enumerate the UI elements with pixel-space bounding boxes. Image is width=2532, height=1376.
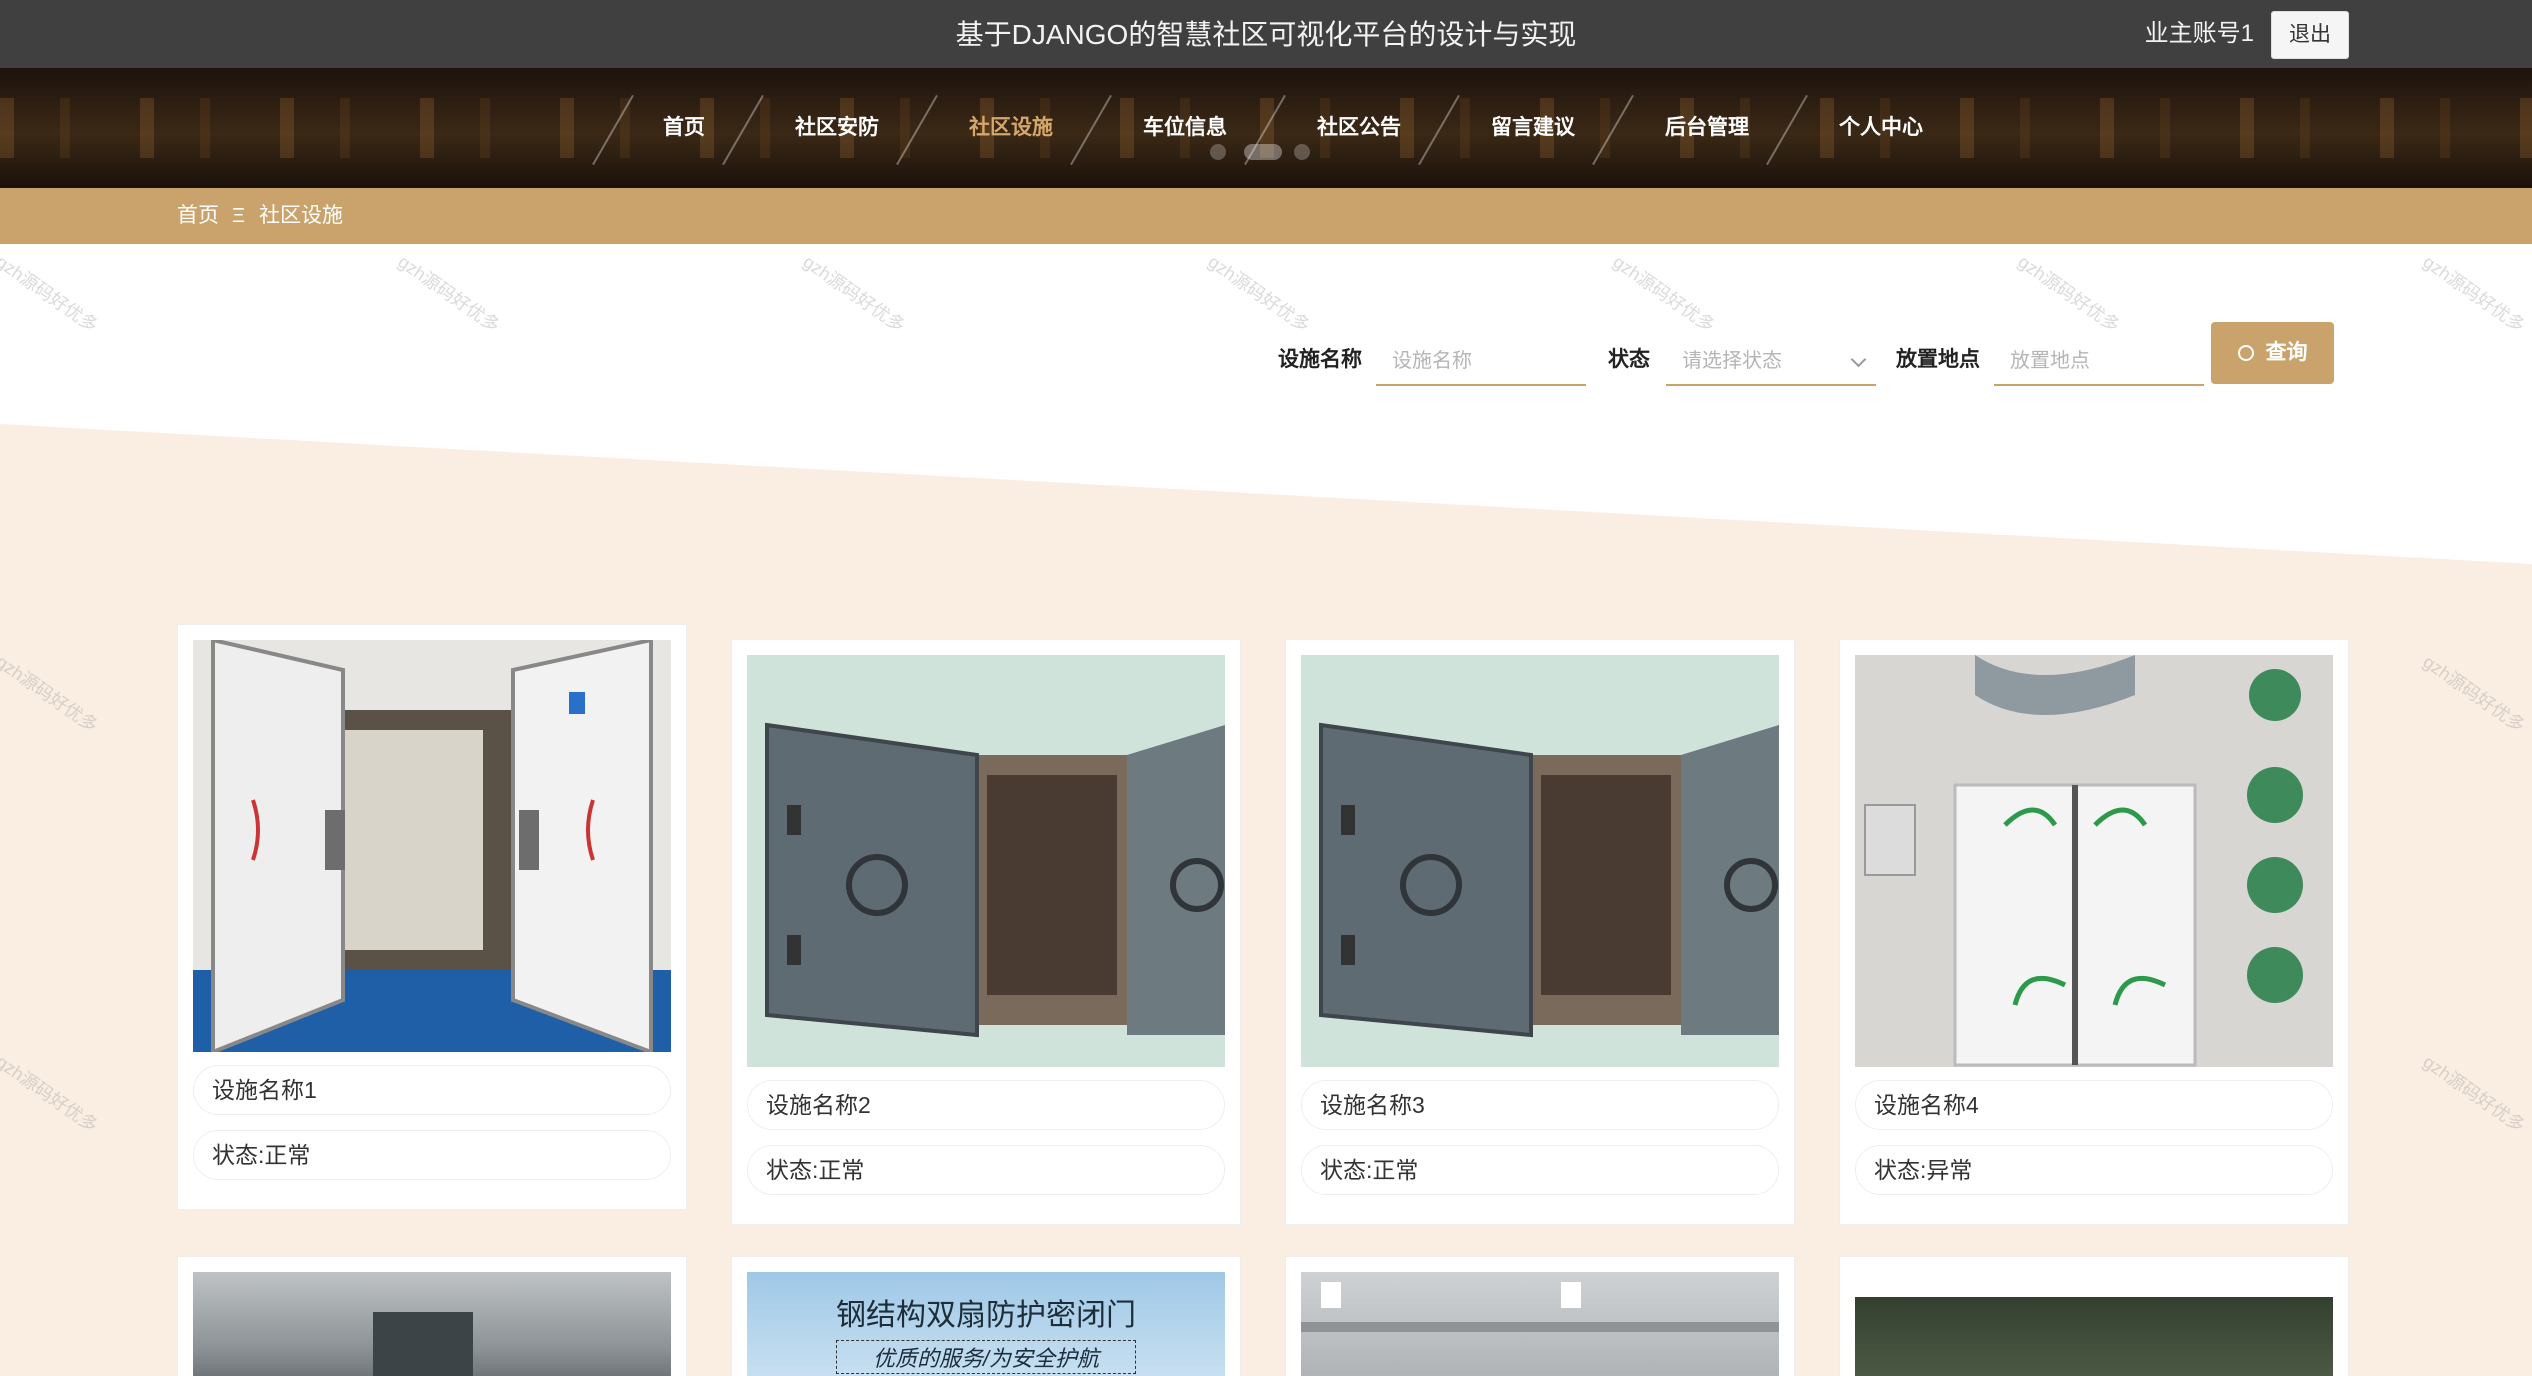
carousel-dot-active[interactable] — [1244, 144, 1282, 160]
watermark: gzh源码好优多 — [1204, 251, 1314, 337]
app-root: 基于DJANGO的智慧社区可视化平台的设计与实现 业主账号1 退出 首页 社区安… — [0, 0, 2532, 1376]
facility-image — [1855, 655, 2333, 1067]
facility-image-subtitle: 优质的服务/为安全护航 — [836, 1340, 1136, 1374]
location-label: 放置地点 — [1896, 348, 1980, 371]
breadcrumb-current: 社区设施 — [259, 204, 343, 227]
facility-image — [193, 640, 671, 1052]
facility-card[interactable]: 设施名称3 状态:正常 — [1285, 639, 1795, 1225]
facility-card[interactable]: 设施名称4 状态:异常 — [1839, 639, 2349, 1225]
facility-image — [1301, 655, 1779, 1067]
nav-item-profile[interactable]: 个人中心 — [1839, 68, 1923, 188]
facility-name: 设施名称4 — [1855, 1080, 2333, 1130]
search-button[interactable]: 查询 — [2211, 322, 2334, 384]
top-bar: 基于DJANGO的智慧社区可视化平台的设计与实现 业主账号1 退出 — [0, 0, 2532, 68]
nav-item-suggestions[interactable]: 留言建议 — [1491, 68, 1575, 188]
ceiling-light — [1321, 1282, 1341, 1308]
account-name: 业主账号1 — [2144, 20, 2254, 47]
watermark: gzh源码好优多 — [394, 251, 504, 337]
nav-item-security[interactable]: 社区安防 — [795, 68, 879, 188]
facility-image — [1855, 1297, 2333, 1376]
facility-name-input[interactable] — [1376, 338, 1586, 386]
breadcrumb-separator-icon: Ξ — [232, 205, 245, 227]
facility-card[interactable]: 设施名称2 状态:正常 — [731, 639, 1241, 1225]
search-icon — [2237, 345, 2254, 361]
main-content: gzh源码好优多 gzh源码好优多 gzh源码好优多 gzh源码好优多 gzh源… — [0, 244, 2532, 1376]
watermark: gzh源码好优多 — [2014, 251, 2124, 337]
status-select-placeholder: 请选择状态 — [1682, 350, 1782, 372]
watermark: gzh源码好优多 — [1609, 251, 1719, 337]
facility-name: 设施名称2 — [747, 1080, 1225, 1130]
nav-item-facilities[interactable]: 社区设施 — [969, 68, 1053, 188]
facility-status: 状态:正常 — [1301, 1145, 1779, 1195]
breadcrumb-home[interactable]: 首页 — [177, 188, 219, 244]
facility-image-title: 钢结构双扇防护密闭门 — [836, 1299, 1136, 1332]
facility-card[interactable] — [177, 1256, 687, 1376]
ceiling-pipe — [1301, 1322, 1779, 1332]
watermark: gzh源码好优多 — [2419, 251, 2529, 337]
watermark: gzh源码好优多 — [0, 251, 102, 337]
facility-photo-element — [373, 1312, 473, 1376]
chevron-down-icon — [1850, 351, 1867, 368]
facility-status: 状态:正常 — [747, 1145, 1225, 1195]
location-input[interactable] — [1994, 338, 2204, 386]
nav-item-admin[interactable]: 后台管理 — [1665, 68, 1749, 188]
nav-item-home[interactable]: 首页 — [663, 68, 705, 188]
facility-card[interactable] — [1839, 1256, 2349, 1376]
facility-name-label: 设施名称 — [1278, 348, 1362, 371]
facility-status: 状态:异常 — [1855, 1145, 2333, 1195]
facility-name: 设施名称1 — [193, 1065, 671, 1115]
facility-photo-door-2 — [747, 655, 1225, 1067]
status-label: 状态 — [1608, 348, 1650, 371]
facility-photo-door-1 — [193, 640, 671, 1052]
status-select[interactable]: 请选择状态 — [1666, 338, 1876, 386]
facility-card[interactable]: 设施名称1 状态:正常 — [177, 624, 687, 1210]
watermark: gzh源码好优多 — [799, 251, 909, 337]
carousel-dot[interactable] — [1294, 144, 1310, 160]
search-button-label: 查询 — [2265, 341, 2308, 364]
main-nav: 首页 社区安防 社区设施 车位信息 社区公告 留言建议 后台管理 个人中心 — [0, 68, 2532, 188]
facility-card[interactable] — [1285, 1256, 1795, 1376]
facility-image: 钢结构双扇防护密闭门 优质的服务/为安全护航 — [747, 1272, 1225, 1376]
breadcrumb: 首页 Ξ 社区设施 — [0, 188, 2532, 244]
nav-item-parking[interactable]: 车位信息 — [1143, 68, 1227, 188]
logout-button[interactable]: 退出 — [2271, 11, 2349, 59]
ceiling-light — [1561, 1282, 1581, 1308]
nav-item-announcements[interactable]: 社区公告 — [1317, 68, 1401, 188]
facility-card[interactable]: 钢结构双扇防护密闭门 优质的服务/为安全护航 — [731, 1256, 1241, 1376]
facility-image — [747, 655, 1225, 1067]
facility-photo-door-3 — [1301, 655, 1779, 1067]
facility-name: 设施名称3 — [1301, 1080, 1779, 1130]
carousel-dot[interactable] — [1210, 144, 1226, 160]
facility-image — [1301, 1272, 1779, 1376]
facility-image — [193, 1272, 671, 1376]
facility-photo-door-4 — [1855, 655, 2333, 1067]
facility-status: 状态:正常 — [193, 1130, 671, 1180]
